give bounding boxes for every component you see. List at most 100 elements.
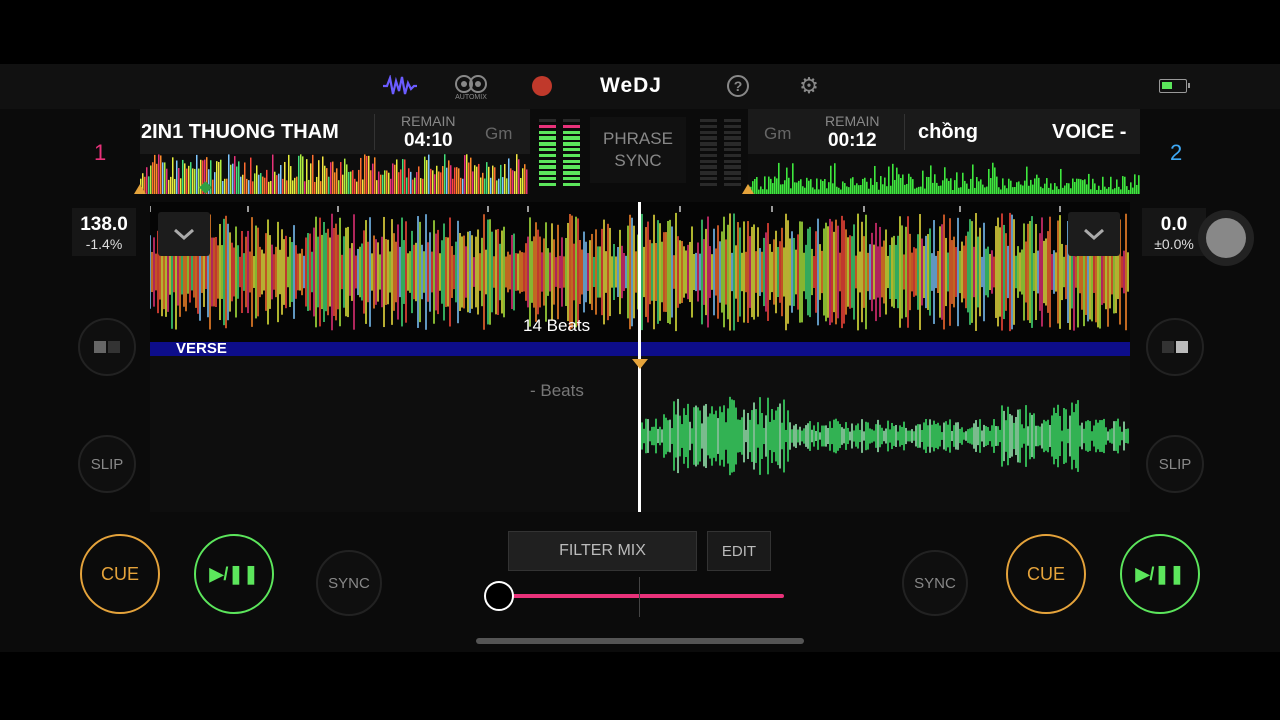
- overview-bar: [424, 156, 426, 194]
- overview-bar: [472, 171, 474, 194]
- overview-bar: [1032, 184, 1034, 194]
- overview-bar: [894, 179, 896, 194]
- overview-bar: [808, 180, 810, 194]
- meter-segment: [700, 130, 717, 134]
- deck2-overview-waveform[interactable]: [748, 154, 1140, 194]
- deck1-collapse-button[interactable]: [158, 212, 210, 256]
- deck2-collapse-button[interactable]: [1068, 212, 1120, 256]
- deck2-view-toggle-button[interactable]: [1146, 318, 1204, 376]
- meter-segment: [724, 159, 741, 163]
- overview-bar: [490, 177, 492, 194]
- overview-bar: [388, 172, 390, 194]
- overview-bar: [992, 162, 994, 194]
- overview-bar: [246, 178, 248, 194]
- deck2-jog-knob[interactable]: [1198, 210, 1254, 266]
- overview-bar: [502, 177, 504, 194]
- overview-bar: [812, 187, 814, 194]
- deck1-slip-button[interactable]: SLIP: [78, 435, 136, 493]
- overview-bar: [266, 169, 268, 194]
- deck2-cue-button[interactable]: CUE: [1006, 534, 1086, 614]
- overview-bar: [166, 168, 168, 194]
- overview-bar: [830, 165, 832, 194]
- overview-bar: [402, 159, 404, 194]
- deck2-track-title-left[interactable]: chồng: [918, 121, 1008, 144]
- overview-bar: [854, 185, 856, 194]
- meter-segment: [700, 153, 717, 158]
- deck1-cue-button[interactable]: CUE: [80, 534, 160, 614]
- overview-bar: [244, 162, 246, 194]
- overview-bar: [162, 162, 164, 194]
- overview-bar: [296, 176, 298, 194]
- overview-bar: [1018, 181, 1020, 194]
- deck1-overview-waveform[interactable]: [140, 154, 530, 194]
- overview-bar: [772, 183, 774, 194]
- overview-bar: [444, 154, 446, 194]
- deck2-slip-button[interactable]: SLIP: [1146, 435, 1204, 493]
- overview-bar: [976, 177, 978, 194]
- overview-bar: [1120, 189, 1122, 194]
- deck1-view-toggle-button[interactable]: [78, 318, 136, 376]
- overview-bar: [796, 182, 798, 194]
- deck1-bpm-display[interactable]: 138.0 -1.4%: [72, 208, 136, 256]
- deck2-play-pause-button[interactable]: ▶/❚❚: [1120, 534, 1200, 614]
- overview-bar: [1030, 179, 1032, 194]
- overview-bar: [342, 174, 344, 194]
- overview-bar: [760, 186, 762, 194]
- overview-bar: [192, 168, 194, 194]
- overview-bar: [1138, 175, 1140, 194]
- deck2-bpm-display[interactable]: 0.0 ±0.0%: [1142, 208, 1206, 256]
- deck2-track-title-right[interactable]: VOICE -: [1052, 121, 1136, 144]
- deck1-sync-button[interactable]: SYNC: [316, 550, 382, 616]
- overview-bar: [1092, 178, 1094, 194]
- overview-bar: [328, 176, 330, 194]
- overview-bar: [522, 168, 524, 194]
- overview-bar: [306, 159, 308, 194]
- edit-button[interactable]: EDIT: [707, 531, 771, 571]
- overview-bar: [1026, 166, 1028, 194]
- deck1-remain-time: 04:10: [404, 130, 453, 151]
- overview-bar: [948, 180, 950, 194]
- overview-bar: [326, 168, 328, 194]
- help-icon[interactable]: ?: [727, 75, 749, 97]
- overview-bar: [268, 181, 270, 194]
- overview-bar: [496, 180, 498, 194]
- playhead-marker: [632, 359, 648, 369]
- record-button[interactable]: [532, 76, 552, 96]
- waveform-icon[interactable]: [382, 72, 418, 100]
- overview-bar: [918, 186, 920, 194]
- overview-bar: [790, 188, 792, 194]
- meter-segment: [539, 159, 556, 163]
- overview-bar: [814, 189, 816, 194]
- overview-bar: [984, 187, 986, 194]
- overview-bar: [408, 168, 410, 194]
- deck2-sync-button[interactable]: SYNC: [902, 550, 968, 616]
- overview-bar: [904, 184, 906, 194]
- meter-segment: [563, 153, 580, 158]
- overview-bar: [234, 156, 236, 194]
- settings-gear-icon[interactable]: ⚙: [797, 73, 821, 98]
- meter-segment: [724, 148, 741, 152]
- deck2-pitch: ±0.0%: [1154, 236, 1194, 252]
- overview-bar: [844, 183, 846, 194]
- overview-bar: [966, 183, 968, 194]
- crossfader-handle[interactable]: [484, 581, 514, 611]
- overview-bar: [952, 189, 954, 194]
- overview-bar: [158, 154, 160, 194]
- overview-bar: [418, 166, 420, 194]
- deck1-play-pause-button[interactable]: ▶/❚❚: [194, 534, 274, 614]
- automix-button[interactable]: AUTOMIX: [452, 70, 490, 104]
- overview-bar: [1036, 174, 1038, 194]
- overview-bar: [292, 180, 294, 194]
- overview-bar: [270, 180, 272, 194]
- crossfader-track[interactable]: [500, 594, 784, 598]
- meter-segment: [539, 148, 556, 152]
- overview-bar: [870, 178, 872, 194]
- overview-bar: [1110, 176, 1112, 194]
- overview-bar: [478, 163, 480, 194]
- filter-mix-button[interactable]: FILTER MIX: [508, 531, 697, 571]
- overview-bar: [1046, 178, 1048, 194]
- phrase-sync-button[interactable]: PHRASE SYNC: [590, 117, 686, 183]
- overview-bar: [174, 178, 176, 194]
- deck1-track-title[interactable]: 2IN1 THUONG THAM: [141, 121, 357, 144]
- meter-segment: [724, 142, 741, 146]
